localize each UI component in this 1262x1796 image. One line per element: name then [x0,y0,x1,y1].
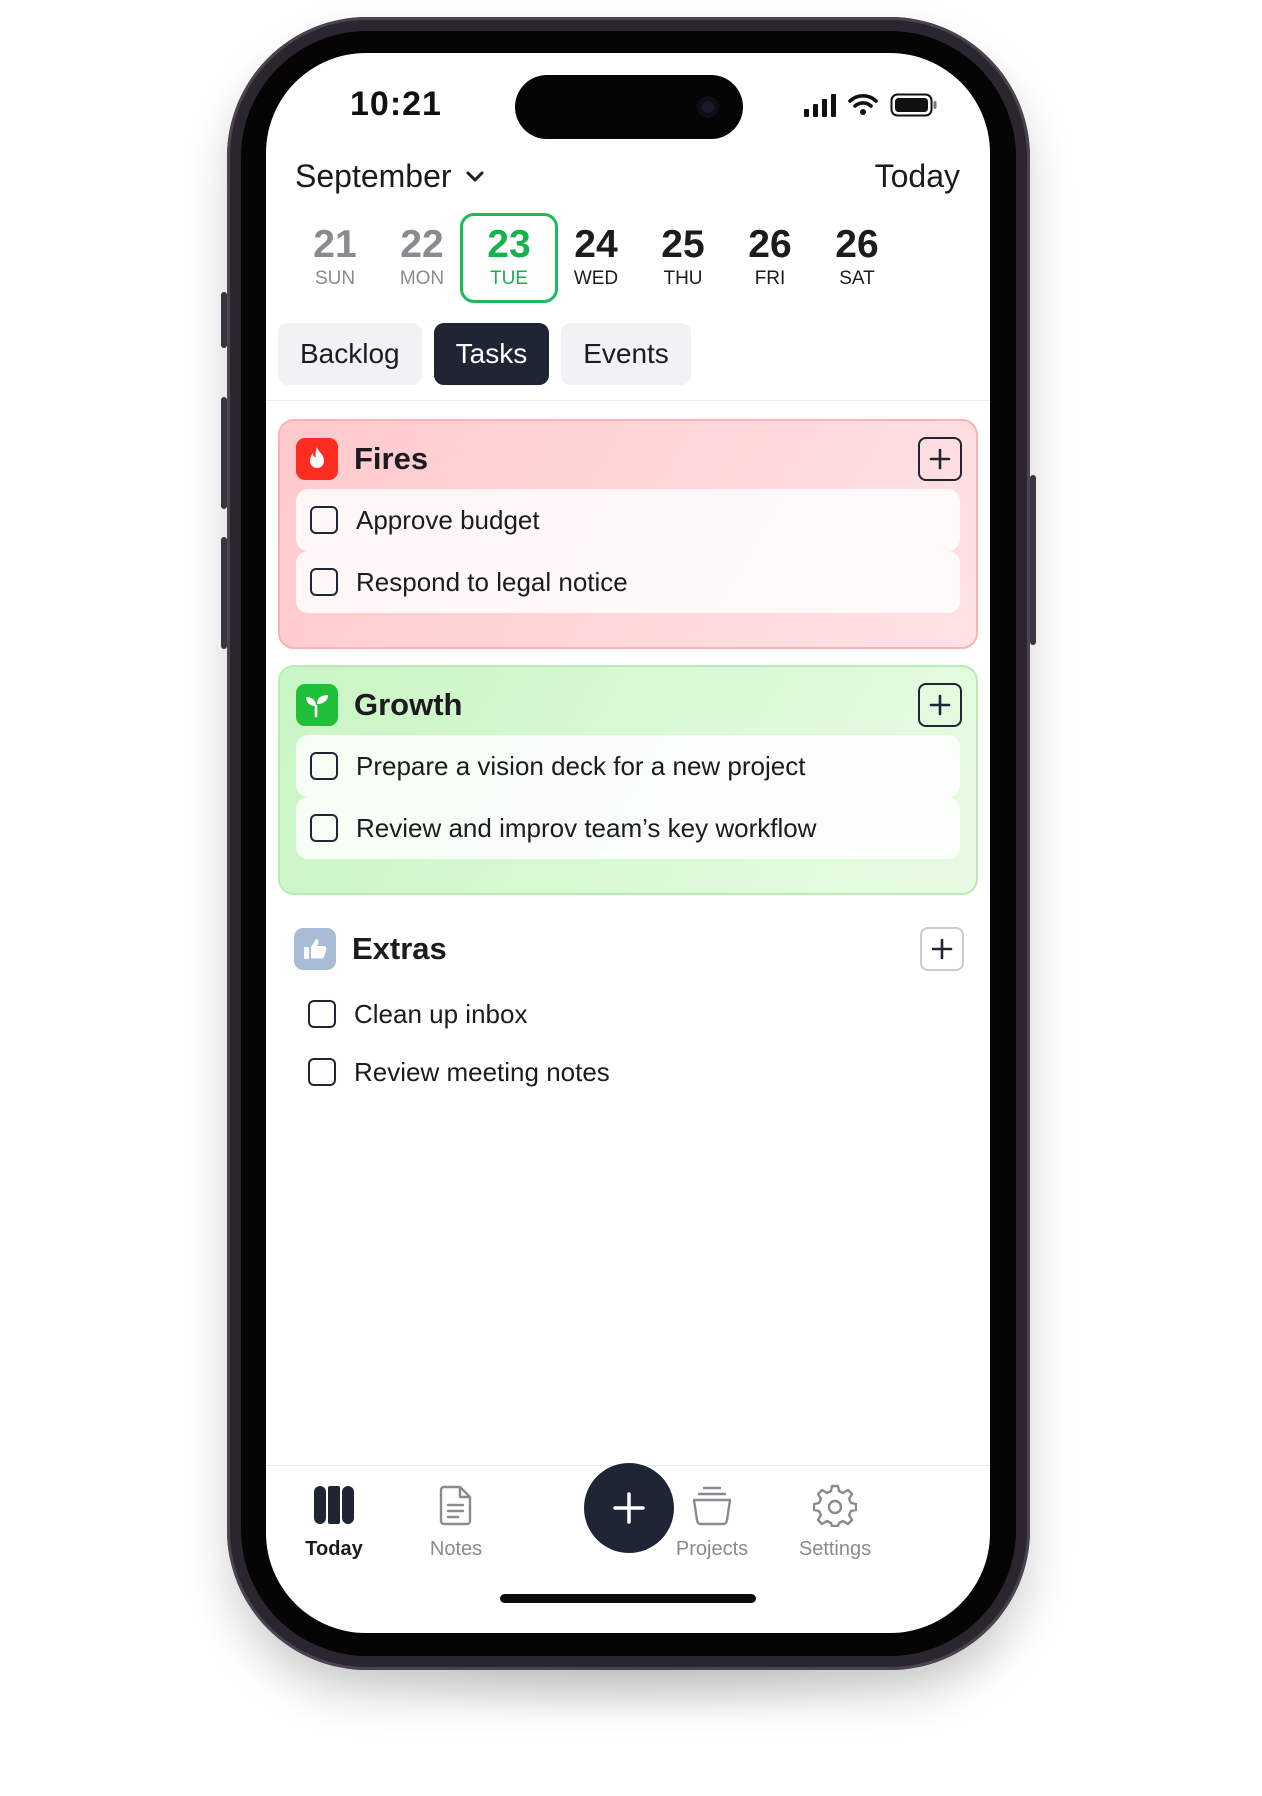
calendar-header: September Today [295,158,960,195]
day-of-week: THU [663,268,703,289]
task-item[interactable]: Clean up inbox [294,983,962,1045]
tab-tasks[interactable]: Tasks [433,323,550,385]
volume-down-button [221,537,227,649]
nav-label: Today [305,1538,363,1560]
month-label: September [295,158,452,194]
day-number: 25 [661,223,705,266]
divider [266,400,990,401]
nav-label: Settings [798,1538,872,1560]
plus-icon [613,1492,645,1524]
section-title: Extras [352,931,447,966]
app-screen: 10:21 September Today 21 SUN 22 MON 23 TUE … [266,53,990,1633]
day-item[interactable]: 21 SUN [286,213,384,303]
volume-up-button [221,397,227,509]
day-item[interactable]: 22 MON [373,213,471,303]
wifi-icon [848,94,878,115]
nav-projects[interactable]: Projects [652,1483,772,1561]
power-button [1030,475,1036,645]
stack-icon [692,1486,732,1526]
section-header: Growth [296,681,962,729]
add-task-button[interactable] [918,683,962,727]
section-extras: Extras Clean up inbox Review meeting not… [278,911,978,1121]
section-fires: Fires Approve budget Respond to legal no… [278,419,978,649]
thumbs-up-icon [294,928,336,970]
day-of-week: SUN [314,268,356,289]
section-header: Fires [296,435,962,483]
day-number: 21 [313,223,357,266]
day-number: 22 [400,223,444,266]
plus-icon [931,938,953,960]
nav-today[interactable]: Today [274,1483,394,1561]
nav-notes[interactable]: Notes [396,1483,516,1561]
task-label: Clean up inbox [354,998,528,1029]
dynamic-island [515,75,743,139]
task-item[interactable]: Approve budget [296,489,960,551]
task-checkbox[interactable] [308,1000,336,1028]
nav-settings[interactable]: Settings [775,1483,895,1561]
section-title: Fires [354,441,429,476]
task-item[interactable]: Respond to legal notice [296,551,960,613]
task-item[interactable]: Review and improv team’s key workflow [296,797,960,859]
task-item[interactable]: Review meeting notes [294,1041,962,1103]
day-of-week: SAT [839,268,875,289]
day-item-selected[interactable]: 23 TUE [460,213,558,303]
tab-events[interactable]: Events [561,323,691,385]
flame-icon [296,438,338,480]
chevron-down-icon [466,171,484,181]
day-number: 23 [487,223,531,266]
task-label: Approve budget [356,504,540,535]
task-label: Review and improv team’s key workflow [356,812,817,843]
today-button[interactable]: Today [875,158,960,195]
task-label: Prepare a vision deck for a new project [356,750,806,781]
section-title: Growth [354,687,463,722]
status-time: 10:21 [350,85,442,123]
cellular-signal-icon [804,93,836,117]
task-checkbox[interactable] [308,1058,336,1086]
day-item[interactable]: 26 FRI [721,213,819,303]
task-checkbox[interactable] [310,814,338,842]
section-growth: Growth Prepare a vision deck for a new p… [278,665,978,895]
task-checkbox[interactable] [310,568,338,596]
view-tabs: Backlog Tasks Events [278,323,691,385]
nav-label: Notes [429,1538,483,1560]
nav-label: Projects [675,1538,749,1560]
plus-icon [929,694,951,716]
task-label: Review meeting notes [354,1056,610,1087]
week-strip: 21 SUN 22 MON 23 TUE 24 WED 25 THU 26 FRI 26 SA… [286,213,986,303]
task-label: Respond to legal notice [356,566,628,597]
day-of-week: MON [399,268,445,289]
task-item[interactable]: Prepare a vision deck for a new project [296,735,960,797]
action-button [221,292,227,348]
gear-icon [812,1484,858,1528]
day-of-week: TUE [490,268,528,289]
day-of-week: WED [573,268,619,289]
status-icons [804,93,938,117]
task-checkbox[interactable] [310,506,338,534]
battery-icon [890,93,937,117]
day-of-week: FRI [754,268,786,289]
day-item[interactable]: 24 WED [547,213,645,303]
home-indicator [500,1594,756,1603]
sprout-icon [296,684,338,726]
day-number: 26 [835,223,879,266]
add-task-button[interactable] [920,927,964,971]
task-checkbox[interactable] [310,752,338,780]
note-icon [439,1485,472,1526]
tab-backlog[interactable]: Backlog [278,323,422,385]
plus-icon [929,448,951,470]
camera-icon [697,96,719,118]
day-number: 24 [574,223,618,266]
day-number: 26 [748,223,792,266]
add-task-button[interactable] [918,437,962,481]
section-header: Extras [294,925,964,973]
month-selector[interactable]: September [295,158,484,195]
day-item[interactable]: 26 SAT [808,213,906,303]
columns-icon [314,1486,354,1524]
day-item[interactable]: 25 THU [634,213,732,303]
